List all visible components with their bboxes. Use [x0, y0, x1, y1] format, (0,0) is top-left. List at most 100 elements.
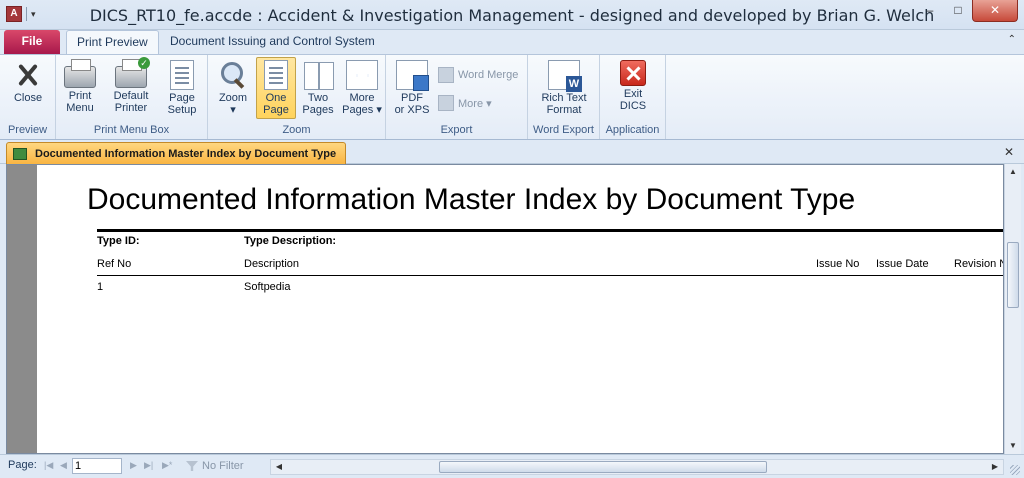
more-pages-button[interactable]: More Pages ▾ [340, 57, 384, 119]
horizontal-scrollbar[interactable]: ◀ ▶ [270, 459, 1004, 475]
zoom-button[interactable]: Zoom ▾ [212, 57, 254, 119]
group-word-export: Rich Text Format Word Export [528, 55, 600, 139]
default-printer-icon [115, 57, 150, 88]
scroll-down-icon[interactable]: ▼ [1005, 438, 1021, 454]
exit-label: Exit DICS [619, 88, 647, 112]
pdf-xps-label: PDF or XPS [394, 92, 430, 116]
two-pages-button[interactable]: Two Pages [298, 57, 338, 119]
scroll-up-icon[interactable]: ▲ [1005, 164, 1021, 180]
group-label-zoom: Zoom [282, 124, 311, 136]
default-printer-label: Default Printer [113, 90, 149, 114]
scroll-right-icon[interactable]: ▶ [987, 460, 1003, 474]
zoom-label: Zoom ▾ [218, 92, 248, 116]
close-document-icon[interactable]: ✕ [1004, 145, 1014, 159]
two-pages-icon [302, 60, 334, 90]
tab-file[interactable]: File [4, 30, 60, 54]
filter-icon [186, 461, 198, 471]
close-icon [12, 60, 44, 90]
ribbon-tab-bar: File Print Preview Document Issuing and … [0, 30, 1024, 55]
vertical-scroll-thumb[interactable] [1007, 242, 1019, 308]
report-icon [13, 147, 27, 160]
group-label-word-export: Word Export [533, 124, 594, 136]
window-title: DICS_RT10_fe.accde : Accident & Investig… [89, 6, 935, 25]
rich-text-label: Rich Text Format [541, 92, 587, 116]
one-page-label: One Page [263, 92, 289, 116]
window-controls: – □ ✕ [916, 0, 1018, 22]
document-tab-title: Documented Information Master Index by D… [35, 147, 337, 160]
next-page-icon[interactable]: ▶ [130, 460, 137, 471]
new-page-icon[interactable]: ▶* [162, 460, 172, 471]
report-title: Documented Information Master Index by D… [87, 183, 856, 216]
last-page-icon[interactable]: ▶| [144, 460, 153, 471]
column-ref-no: Ref No [97, 258, 132, 270]
minimize-button[interactable]: – [916, 0, 944, 22]
page-setup-label: Page Setup [167, 92, 197, 116]
pdf-xps-button[interactable]: PDF or XPS [390, 57, 434, 119]
group-print-menu-box: Print Menu Default Printer Page Setup Pr… [56, 55, 208, 139]
group-zoom: Zoom ▾ One Page Two Pages More Pages ▾ Z… [208, 55, 386, 139]
resize-grip-icon[interactable] [1010, 465, 1020, 475]
ribbon-minimize-icon[interactable]: ⌃ [1008, 34, 1016, 45]
column-issue-no: Issue No [816, 258, 860, 270]
pdf-export-icon [396, 60, 429, 91]
column-revision-no: Revision N [954, 258, 1004, 270]
header-divider [97, 229, 1003, 232]
page-setup-button[interactable]: Page Setup [160, 57, 204, 119]
group-label-application: Application [605, 124, 660, 136]
column-description: Description [244, 258, 300, 270]
close-preview-label: Close [13, 92, 43, 104]
maximize-button[interactable]: □ [944, 0, 972, 22]
more-pages-icon [346, 60, 378, 90]
scroll-left-icon[interactable]: ◀ [271, 460, 287, 474]
export-more-label: More ▾ [458, 97, 492, 110]
one-page-icon [264, 60, 288, 90]
magnifier-icon [217, 60, 249, 90]
two-pages-label: Two Pages [302, 92, 334, 116]
row-ref-no: 1 [97, 281, 104, 293]
group-preview: Close Preview [0, 55, 56, 139]
export-more-icon [438, 95, 454, 111]
print-menu-button[interactable]: Print Menu [60, 57, 100, 119]
export-more-button[interactable]: More ▾ [438, 93, 492, 113]
previous-page-icon[interactable]: ◀ [60, 460, 67, 471]
printer-icon [64, 59, 96, 88]
column-divider [97, 275, 1003, 276]
word-merge-icon [438, 67, 454, 83]
column-issue-date: Issue Date [876, 258, 929, 270]
page-setup-icon [170, 60, 194, 90]
word-merge-button[interactable]: Word Merge [438, 65, 518, 85]
group-label-export: Export [440, 124, 473, 136]
filter-status-label: No Filter [202, 460, 244, 472]
record-navigation-bar: Page: |◀ ◀ ▶ ▶| ▶* No Filter ◀ ▶ [0, 454, 1024, 478]
vertical-scrollbar[interactable]: ▲ ▼ [1004, 164, 1021, 454]
group-application: Exit DICS Application [600, 55, 666, 139]
document-tab-bar: Documented Information Master Index by D… [0, 140, 1024, 164]
tab-document-issuing[interactable]: Document Issuing and Control System [160, 30, 385, 54]
group-label-print-menu-box: Print Menu Box [93, 124, 170, 136]
one-page-button[interactable]: One Page [256, 57, 296, 119]
exit-dics-button[interactable]: Exit DICS [610, 57, 656, 119]
more-pages-label: More Pages ▾ [342, 92, 382, 116]
first-page-icon[interactable]: |◀ [44, 460, 53, 471]
document-tab[interactable]: Documented Information Master Index by D… [6, 142, 346, 164]
filter-status-button[interactable]: No Filter [186, 458, 244, 474]
word-merge-label: Word Merge [458, 69, 519, 81]
rich-text-format-button[interactable]: Rich Text Format [534, 57, 594, 119]
report-viewport[interactable]: Documented Information Master Index by D… [6, 164, 1004, 454]
report-page: Documented Information Master Index by D… [37, 165, 1004, 453]
page-number-input[interactable] [72, 458, 122, 474]
group-export: PDF or XPS Word Merge More ▾ Export [386, 55, 528, 139]
close-window-button[interactable]: ✕ [972, 0, 1018, 22]
close-preview-button[interactable]: Close [4, 57, 52, 119]
horizontal-scroll-thumb[interactable] [439, 461, 767, 473]
ribbon: Close Preview Print Menu Default Printer… [0, 54, 1024, 140]
exit-icon [620, 60, 646, 86]
page-label: Page: [8, 459, 37, 471]
tab-print-preview[interactable]: Print Preview [66, 30, 159, 55]
type-description-header: Type Description: [244, 235, 337, 247]
title-bar: A ▾ DICS_RT10_fe.accde : Accident & Inve… [0, 0, 1024, 30]
default-printer-button[interactable]: Default Printer [106, 57, 156, 119]
group-label-preview: Preview [7, 124, 48, 136]
word-document-icon [548, 60, 582, 92]
type-id-header: Type ID: [97, 235, 140, 247]
